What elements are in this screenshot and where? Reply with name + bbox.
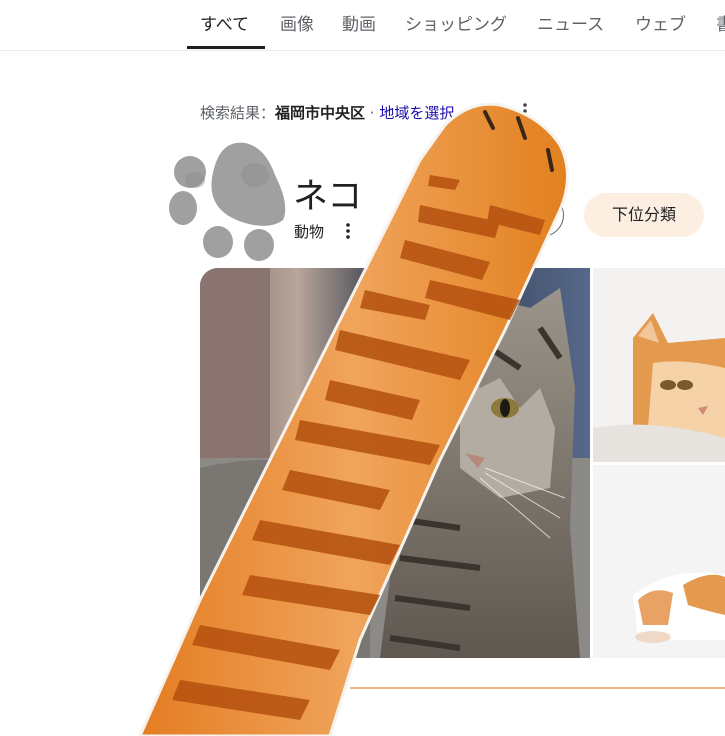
cat-arm-overlay-icon xyxy=(138,102,569,736)
search-results-page: すべて 画像 動画 ショッピング ニュース ウェブ 書 検索結果：福岡市中央区 … xyxy=(0,0,725,736)
